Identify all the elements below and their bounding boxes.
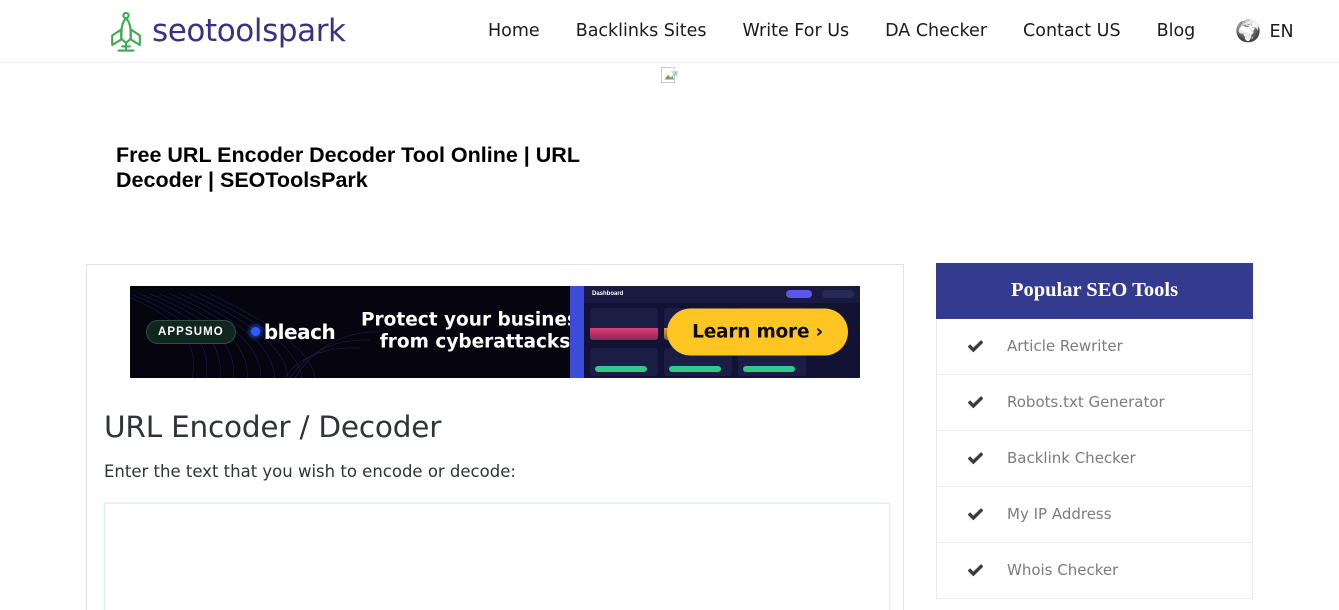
hero-section: Free URL Encoder Decoder Tool Online | U…	[0, 63, 1339, 194]
bleach-wordmark: bleach	[263, 319, 336, 344]
broken-image-icon	[661, 67, 678, 84]
screenshot-title: Dashboard	[592, 290, 624, 297]
ad-headline-line2: from cyberattacks	[379, 331, 571, 353]
screenshot-primary-button	[786, 289, 812, 298]
tool-instructions: Enter the text that you wish to encode o…	[104, 461, 516, 481]
check-icon	[966, 337, 985, 356]
ad-headline-line1: Protect your business	[360, 309, 590, 331]
ad-headline: Protect your business from cyberattacks	[355, 309, 595, 354]
sidebar-item-label: Robots.txt Generator	[1007, 393, 1165, 412]
appsumo-logo: APPSUMO	[146, 319, 236, 344]
screenshot-sidebar	[570, 285, 584, 378]
language-switcher[interactable]: 🌍 EN	[1213, 21, 1293, 42]
main-navigation: Home Backlinks Sites Write For Us DA Che…	[470, 0, 1294, 63]
bleach-logo: bleach	[250, 319, 336, 344]
nav-item-home[interactable]: Home	[470, 0, 558, 63]
hero-banner-slot	[0, 63, 1339, 99]
sidebar-title: Popular SEO Tools	[936, 262, 1253, 319]
screenshot-metric-card	[590, 307, 658, 340]
sidebar-item-label: Backlink Checker	[1007, 449, 1136, 468]
sidebar-item-whois-checker[interactable]: Whois Checker	[937, 543, 1252, 599]
nav-item-da-checker[interactable]: DA Checker	[867, 0, 1005, 63]
site-header: seotoolspark Home Backlinks Sites Write …	[0, 0, 1339, 63]
learn-more-button[interactable]: Learn more ›	[667, 308, 848, 356]
check-icon	[966, 561, 985, 580]
sidebar-item-label: Article Rewriter	[1007, 337, 1123, 356]
sidebar-item-my-ip-address[interactable]: My IP Address	[937, 487, 1252, 543]
check-icon	[966, 393, 985, 412]
page-title: Free URL Encoder Decoder Tool Online | U…	[116, 143, 580, 193]
bleach-dot-icon	[250, 327, 260, 337]
sidebar-item-article-rewriter[interactable]: Article Rewriter	[937, 319, 1252, 375]
main-content-card: APPSUMO bleach Protect your business fro…	[86, 263, 904, 610]
advertisement-banner[interactable]: APPSUMO bleach Protect your business fro…	[130, 285, 860, 378]
screenshot-user-chip	[822, 289, 854, 298]
nav-item-write-for-us[interactable]: Write For Us	[725, 0, 868, 63]
check-icon	[966, 449, 985, 468]
check-icon	[966, 505, 985, 524]
ad-brand-row: APPSUMO bleach	[146, 319, 336, 344]
sidebar-item-robots-txt-generator[interactable]: Robots.txt Generator	[937, 375, 1252, 431]
screenshot-topbar	[584, 285, 860, 303]
nav-item-contact-us[interactable]: Contact US	[1005, 0, 1139, 63]
brand-name: seotoolspark	[152, 13, 346, 49]
page-layout: APPSUMO bleach Protect your business fro…	[0, 262, 1339, 610]
encode-decode-textarea[interactable]	[103, 501, 891, 610]
nav-item-blog[interactable]: Blog	[1139, 0, 1214, 63]
nav-item-backlinks-sites[interactable]: Backlinks Sites	[558, 0, 725, 63]
screenshot-list-card	[590, 347, 658, 376]
language-label: EN	[1269, 21, 1294, 42]
sidebar-tool-list: Article Rewriter Robots.txt Generator Ba…	[937, 319, 1252, 599]
sidebar-item-backlink-checker[interactable]: Backlink Checker	[937, 431, 1252, 487]
brand-logo-link[interactable]: seotoolspark	[104, 8, 346, 54]
tool-heading: URL Encoder / Decoder	[104, 409, 442, 444]
sidebar-item-label: My IP Address	[1007, 505, 1112, 524]
popular-seo-tools-sidebar: Popular SEO Tools Article Rewriter Robot…	[936, 262, 1253, 599]
sidebar-item-label: Whois Checker	[1007, 561, 1119, 580]
globe-icon: 🌍	[1235, 20, 1262, 43]
rocket-plane-icon	[104, 8, 148, 54]
